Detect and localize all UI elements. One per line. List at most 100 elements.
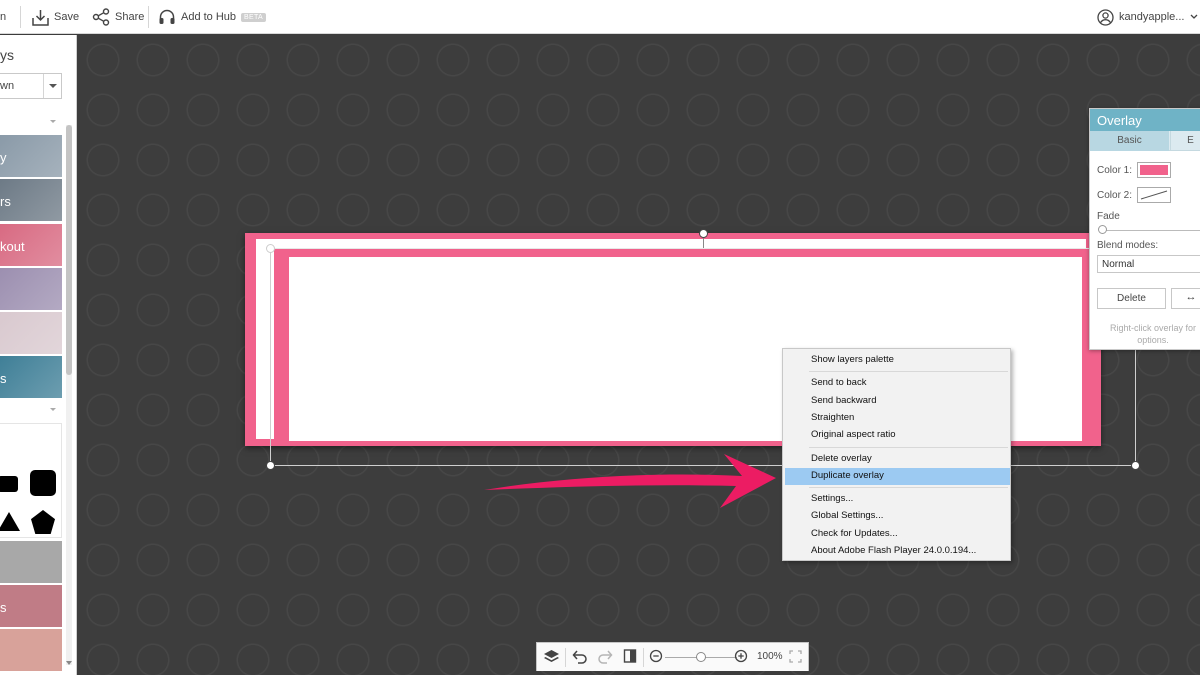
undo-icon bbox=[571, 649, 588, 667]
overlay-thumbnail[interactable]: s bbox=[0, 585, 62, 627]
overlays-panel: ys wn y rs kout s s bbox=[0, 35, 77, 675]
menu-item-original-aspect-ratio[interactable]: Original aspect ratio bbox=[785, 427, 1010, 444]
zoom-slider-knob[interactable] bbox=[696, 652, 706, 662]
open-menu-label: n bbox=[0, 11, 7, 23]
top-toolbar: n Save Share Add to Hub BETA kandyapple.… bbox=[0, 0, 1200, 34]
overlay-thumbnail-label: rs bbox=[0, 194, 11, 209]
fullscreen-button[interactable] bbox=[789, 643, 802, 672]
flip-horizontal-button[interactable]: ↔ bbox=[1171, 288, 1200, 309]
menu-item-show-layers-palette[interactable]: Show layers palette bbox=[785, 352, 1010, 369]
redo-icon bbox=[597, 649, 614, 667]
rotate-handle[interactable] bbox=[699, 229, 708, 238]
menu-separator bbox=[809, 371, 1008, 373]
menu-separator bbox=[809, 446, 1008, 448]
overlay-thumbnail[interactable]: y bbox=[0, 135, 62, 177]
save-icon bbox=[32, 9, 49, 26]
beta-badge: BETA bbox=[241, 12, 267, 22]
delete-overlay-button[interactable]: Delete bbox=[1097, 288, 1166, 309]
resize-handle-top-left[interactable] bbox=[266, 244, 275, 253]
add-to-hub-button[interactable]: Add to Hub BETA bbox=[158, 0, 267, 34]
menu-item-duplicate-overlay[interactable]: Duplicate overlay bbox=[785, 467, 1010, 485]
redo-button[interactable] bbox=[597, 643, 614, 672]
menu-item-global-settings[interactable]: Global Settings... bbox=[785, 508, 1010, 525]
blend-mode-select[interactable]: Normal bbox=[1097, 255, 1200, 273]
toolbar-divider bbox=[148, 6, 149, 28]
overlay-properties-panel: Overlay Basic E Color 1: Color 2: Fade B… bbox=[1089, 108, 1200, 350]
fade-slider-knob[interactable] bbox=[1098, 225, 1107, 234]
overlay-thumbnail-label: s bbox=[0, 371, 7, 386]
chevron-down-icon bbox=[1190, 14, 1198, 20]
user-name: kandyapple... bbox=[1119, 11, 1185, 23]
panel-scrollbar[interactable] bbox=[66, 125, 72, 665]
color1-picker[interactable] bbox=[1137, 162, 1171, 178]
menu-item-about-adobe-flash-player-24-0-0-194[interactable]: About Adobe Flash Player 24.0.0.194... bbox=[785, 543, 1010, 560]
color1-label: Color 1: bbox=[1097, 165, 1133, 176]
save-button[interactable]: Save bbox=[32, 0, 79, 34]
zoom-in-button[interactable] bbox=[734, 643, 748, 672]
undo-button[interactable] bbox=[571, 643, 588, 672]
scrollbar-thumb[interactable] bbox=[66, 125, 72, 375]
rounded-square-shape-icon bbox=[30, 470, 56, 496]
zoom-in-icon bbox=[734, 649, 748, 666]
triangle-shape-icon bbox=[0, 512, 20, 531]
layers-button[interactable] bbox=[543, 643, 560, 672]
overlay-thumbnail[interactable] bbox=[0, 629, 62, 671]
add-to-hub-label: Add to Hub bbox=[181, 11, 237, 23]
fade-label: Fade bbox=[1097, 211, 1120, 222]
menu-item-straighten[interactable]: Straighten bbox=[785, 410, 1010, 427]
overlay-thumbnail[interactable]: rs bbox=[0, 179, 62, 221]
color2-label: Color 2: bbox=[1097, 190, 1133, 201]
category-dropdown-value: wn bbox=[0, 80, 15, 92]
zoom-out-button[interactable] bbox=[649, 643, 663, 672]
pentagon-shape-icon bbox=[31, 510, 55, 534]
overlay-thumbnail-label: s bbox=[0, 600, 7, 615]
scroll-down-arrow-icon[interactable] bbox=[66, 661, 72, 665]
headphones-icon bbox=[158, 8, 176, 26]
menu-item-settings[interactable]: Settings... bbox=[785, 491, 1010, 508]
compare-button[interactable] bbox=[623, 643, 637, 672]
menu-item-send-to-back[interactable]: Send to back bbox=[785, 375, 1010, 392]
overlay-thumbnail[interactable] bbox=[0, 268, 62, 310]
resize-handle-bottom-left[interactable] bbox=[266, 461, 275, 470]
bottom-toolbar: 100% bbox=[536, 642, 809, 671]
menu-item-send-backward[interactable]: Send backward bbox=[785, 393, 1010, 410]
tab-basic[interactable]: Basic bbox=[1090, 131, 1169, 151]
selection-border bbox=[270, 248, 1136, 249]
overlay-thumbnail[interactable]: kout bbox=[0, 224, 62, 266]
user-menu[interactable]: kandyapple... bbox=[1097, 0, 1198, 34]
resize-handle-bottom-right[interactable] bbox=[1131, 461, 1140, 470]
share-button[interactable]: Share bbox=[92, 0, 144, 34]
overlay-thumbnail[interactable]: s bbox=[0, 356, 62, 398]
overlay-thumbnail-label: kout bbox=[0, 239, 25, 254]
zoom-out-icon bbox=[649, 649, 663, 666]
open-menu-button[interactable]: n bbox=[0, 0, 6, 34]
selection-border bbox=[270, 248, 271, 466]
menu-separator bbox=[809, 487, 1008, 489]
collapse-caret-icon[interactable] bbox=[50, 120, 56, 123]
collapse-caret-icon[interactable] bbox=[50, 408, 56, 411]
share-icon bbox=[92, 8, 110, 26]
rotate-handle-stem bbox=[703, 237, 704, 248]
overlay-thumbnail-label: y bbox=[0, 150, 7, 165]
menu-item-delete-overlay[interactable]: Delete overlay bbox=[785, 451, 1010, 468]
overlay-tabs: Basic E bbox=[1090, 131, 1200, 151]
category-dropdown[interactable]: wn bbox=[0, 73, 62, 99]
color1-swatch bbox=[1140, 165, 1168, 175]
toolbar-divider bbox=[643, 648, 644, 667]
panel-title: ys bbox=[0, 47, 14, 63]
menu-item-check-for-updates[interactable]: Check for Updates... bbox=[785, 526, 1010, 543]
layers-icon bbox=[543, 649, 560, 667]
toolbar-divider bbox=[20, 6, 21, 28]
overlay-thumbnail[interactable] bbox=[0, 541, 62, 583]
annotation-arrow-icon bbox=[484, 454, 776, 508]
overlay-thumbnail[interactable] bbox=[0, 312, 62, 354]
dropdown-arrow-icon bbox=[43, 74, 61, 98]
blend-modes-label: Blend modes: bbox=[1097, 240, 1159, 251]
user-avatar-icon bbox=[1097, 8, 1114, 26]
rounded-rect-shape-icon bbox=[0, 476, 18, 492]
context-menu: Show layers palette Send to back Send back… bbox=[782, 348, 1011, 561]
fade-slider-track[interactable] bbox=[1102, 230, 1200, 231]
color2-picker[interactable] bbox=[1137, 187, 1171, 203]
shapes-thumbnail[interactable] bbox=[0, 423, 62, 538]
tab-effects[interactable]: E bbox=[1170, 131, 1200, 151]
